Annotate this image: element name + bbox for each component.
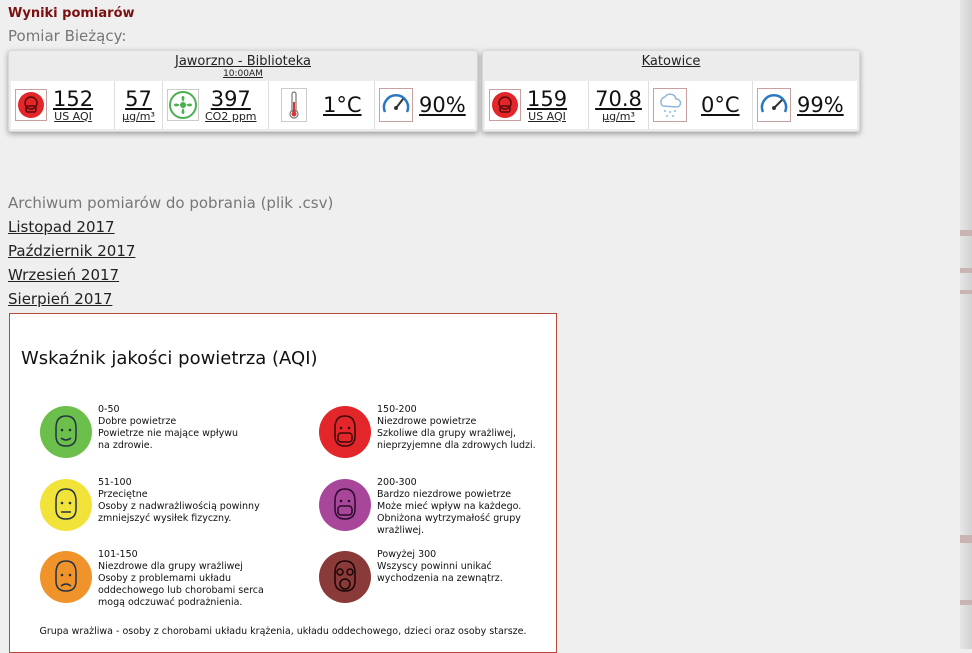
- right-edge-strip: [960, 0, 972, 649]
- aqi-desc: Szkoliwe dla grupy wrażliwej,: [377, 428, 517, 439]
- aqi-desc: wychodzenia na zewnątrz.: [377, 573, 503, 584]
- pm-value[interactable]: 70.8: [595, 87, 642, 111]
- fan-icon: [167, 89, 199, 121]
- aqi-legend-title: Wskaźnik jakości powietrza (AQI): [21, 348, 318, 369]
- pm-value[interactable]: 57: [125, 87, 152, 111]
- mask-face-icon: [319, 479, 371, 531]
- aqi-range: 150-200: [377, 404, 417, 415]
- current-measurement-label: Pomiar Bieżący:: [8, 27, 127, 45]
- humidity-value[interactable]: 99%: [797, 93, 844, 117]
- station-card-katowice: Katowice 159 US AQI 70.8 µg/m³ 0°C 99%: [482, 50, 860, 132]
- co2-cell: 397 CO2 ppm: [163, 81, 269, 129]
- aqi-label: Wszyscy powinni unikać: [377, 561, 492, 572]
- humidity-cell: 90%: [375, 81, 475, 129]
- aqi-desc: Osoby z nadwrażliwością powinny: [98, 501, 260, 512]
- aqi-value[interactable]: 159: [527, 87, 567, 111]
- humidity-gauge-icon: [757, 88, 791, 122]
- aqi-label: Dobre powietrze: [98, 416, 177, 427]
- aqi-label: Przeciętne: [98, 489, 148, 500]
- aqi-desc: Osoby z problemami układu: [98, 573, 232, 584]
- smile-face-icon: [40, 406, 92, 458]
- temperature-value[interactable]: 0°C: [701, 93, 740, 117]
- aqi-label: Niezdrowe dla grupy wrażliwej: [98, 561, 243, 572]
- page-heading: Wyniki pomiarów: [8, 6, 135, 21]
- aqi-legend-footer: Grupa wrażliwa - osoby z chorobami układ…: [39, 626, 527, 637]
- aqi-desc: oddechowego lub chorobami serca: [98, 585, 264, 596]
- archive-link-2017-10[interactable]: Październik 2017: [8, 242, 135, 260]
- aqi-cell: 159 US AQI: [485, 81, 589, 129]
- archive-link-2017-08[interactable]: Sierpień 2017: [8, 290, 112, 308]
- aqi-range: 51-100: [98, 477, 132, 488]
- aqi-range: 101-150: [98, 549, 138, 560]
- station-card-jaworzno: Jaworzno - Biblioteka 10:00AM 152 US AQI…: [8, 50, 478, 132]
- aqi-desc: mogą odczuwać podrażnienia.: [98, 597, 243, 608]
- station-time-link[interactable]: 10:00AM: [9, 69, 477, 79]
- archive-link-2017-09[interactable]: Wrzesień 2017: [8, 266, 119, 284]
- aqi-unit[interactable]: US AQI: [54, 110, 92, 123]
- co2-unit[interactable]: CO2 ppm: [205, 110, 257, 123]
- aqi-label: Niezdrowe powietrze: [377, 416, 477, 427]
- aqi-range: 200-300: [377, 477, 417, 488]
- pm-cell: 70.8 µg/m³: [589, 81, 649, 129]
- temperature-cell: 1°C: [269, 81, 375, 129]
- cloud-snow-icon: [653, 88, 687, 122]
- aqi-desc: Obniżona wytrzymałość grupy: [377, 513, 521, 524]
- co2-value[interactable]: 397: [211, 87, 251, 111]
- aqi-legend-panel: Wskaźnik jakości powietrza (AQI) 0-50 Do…: [9, 313, 557, 653]
- aqi-desc: Może mieć wpływ na każdego.: [377, 501, 522, 512]
- aqi-desc: Powietrze nie mające wpływu: [98, 428, 238, 439]
- thermometer-icon: [281, 88, 307, 122]
- mask-face-icon: [489, 89, 521, 121]
- aqi-range: Powyżej 300: [377, 549, 437, 560]
- archive-link-2017-11[interactable]: Listopad 2017: [8, 218, 115, 236]
- gas-mask-face-icon: [319, 551, 371, 603]
- humidity-value[interactable]: 90%: [419, 93, 466, 117]
- pm-unit[interactable]: µg/m³: [602, 110, 635, 123]
- humidity-cell: 99%: [753, 81, 857, 129]
- temperature-cell: 0°C: [649, 81, 753, 129]
- humidity-gauge-icon: [379, 88, 413, 122]
- aqi-cell: 152 US AQI: [11, 81, 115, 129]
- aqi-range: 0-50: [98, 404, 120, 415]
- sad-face-icon: [40, 551, 92, 603]
- aqi-desc: na zdrowie.: [98, 440, 153, 451]
- pm-cell: 57 µg/m³: [115, 81, 163, 129]
- temperature-value[interactable]: 1°C: [323, 93, 362, 117]
- aqi-label: Bardzo niezdrowe powietrze: [377, 489, 512, 500]
- aqi-desc: wrażliwej.: [377, 525, 425, 536]
- mask-face-icon: [319, 406, 371, 458]
- aqi-unit[interactable]: US AQI: [528, 110, 566, 123]
- aqi-desc: nieprzyjemne dla zdrowych ludzi.: [377, 440, 536, 451]
- aqi-value[interactable]: 152: [53, 87, 93, 111]
- neutral-face-icon: [40, 479, 92, 531]
- pm-unit[interactable]: µg/m³: [122, 110, 155, 123]
- station-name-link[interactable]: Jaworzno - Biblioteka: [9, 54, 477, 69]
- mask-face-icon: [15, 89, 47, 121]
- station-name-link[interactable]: Katowice: [483, 54, 859, 69]
- archive-title: Archiwum pomiarów do pobrania (plik .csv…: [8, 194, 334, 212]
- aqi-desc: zmniejszyć wysiłek fizyczny.: [98, 513, 232, 524]
